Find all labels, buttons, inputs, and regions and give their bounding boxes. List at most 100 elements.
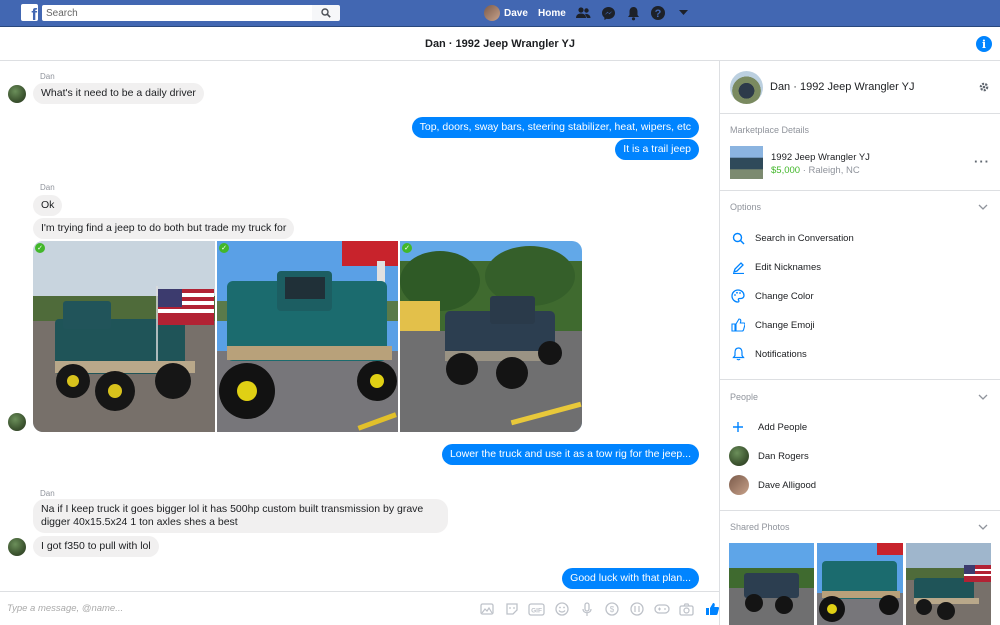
sender-name: Dan <box>40 489 55 498</box>
plus-icon <box>730 419 746 435</box>
listing-thumbnail[interactable] <box>730 146 763 179</box>
avatar <box>729 446 749 466</box>
sender-avatar[interactable] <box>8 538 26 556</box>
incoming-message[interactable]: Ok <box>33 195 63 216</box>
chevron-down-icon[interactable] <box>978 393 988 401</box>
svg-text:GIF: GIF <box>531 607 542 614</box>
shared-photo[interactable]: ✓ <box>400 241 582 432</box>
message-thread[interactable]: Dan What's it need to be a daily driver … <box>0 61 719 591</box>
svg-text:$: $ <box>609 605 614 614</box>
add-photo-icon[interactable] <box>477 601 496 617</box>
option-notifications[interactable]: Notifications <box>730 346 807 362</box>
option-change-emoji[interactable]: Change Emoji <box>730 317 815 333</box>
divider <box>720 190 1000 191</box>
svg-text:?: ? <box>655 8 662 20</box>
listing-price-location: $5,000 · Raleigh, NC <box>771 165 860 176</box>
shared-photo-thumbnail[interactable] <box>906 543 991 625</box>
send-money-icon[interactable]: $ <box>602 601 621 617</box>
gif-icon[interactable]: GIF <box>527 601 546 617</box>
info-icon[interactable]: i <box>976 36 992 52</box>
option-search-in-conversation[interactable]: Search in Conversation <box>730 230 854 246</box>
conversation-avatar[interactable] <box>730 71 763 104</box>
avatar <box>484 5 500 21</box>
chevron-down-icon[interactable] <box>978 203 988 211</box>
microphone-icon[interactable] <box>577 601 596 617</box>
details-header: Dan · 1992 Jeep Wrangler YJ <box>720 61 1000 114</box>
options-section-label[interactable]: Options <box>730 202 761 212</box>
facebook-logo-icon[interactable]: f <box>21 4 38 21</box>
option-edit-nicknames[interactable]: Edit Nicknames <box>730 259 821 275</box>
settings-gear-icon[interactable] <box>977 80 991 94</box>
seen-check-icon: ✓ <box>219 243 229 253</box>
avatar <box>729 475 749 495</box>
incoming-message[interactable]: I got f350 to pull with lol <box>33 536 159 557</box>
incoming-message[interactable]: Na if I keep truck it goes bigger lol it… <box>33 499 448 533</box>
search-button[interactable] <box>312 5 340 21</box>
shared-photos-section-label[interactable]: Shared Photos <box>730 522 790 532</box>
sender-avatar[interactable] <box>8 85 26 103</box>
person-name: Dan Rogers <box>758 450 809 462</box>
conversation-header: Dan · 1992 Jeep Wrangler YJ i <box>0 28 1000 61</box>
shared-photo-thumbnail[interactable] <box>729 543 814 625</box>
person-item[interactable]: Dave Alligood <box>729 475 816 495</box>
incoming-message[interactable]: I'm trying find a jeep to do both but tr… <box>33 218 295 239</box>
search-icon <box>321 8 331 18</box>
option-change-color[interactable]: Change Color <box>730 288 814 304</box>
friend-requests-icon[interactable] <box>575 4 591 22</box>
camera-icon[interactable] <box>677 601 696 617</box>
palette-icon <box>730 288 746 304</box>
option-label: Change Color <box>755 290 814 302</box>
emoji-icon[interactable] <box>552 601 571 617</box>
notifications-bell-icon[interactable] <box>625 4 641 22</box>
more-options-icon[interactable]: ··· <box>974 154 990 169</box>
plan-event-icon[interactable] <box>627 601 646 617</box>
sticker-icon[interactable] <box>502 601 521 617</box>
divider <box>720 379 1000 380</box>
help-icon[interactable]: ? <box>650 4 666 22</box>
composer-toolbar: GIF $ <box>477 601 721 617</box>
people-section-label[interactable]: People <box>730 392 758 402</box>
shared-photo[interactable]: ✓ <box>217 241 398 432</box>
bell-icon <box>730 346 746 362</box>
conversation-details-panel: Dan · 1992 Jeep Wrangler YJ Marketplace … <box>719 61 1000 625</box>
top-navigation-bar: f Search Dave Home ? <box>0 0 1000 27</box>
outgoing-message[interactable]: It is a trail jeep <box>615 139 699 160</box>
marketplace-section-label: Marketplace Details <box>730 125 810 135</box>
details-title: Dan · 1992 Jeep Wrangler YJ <box>770 81 915 93</box>
sender-avatar[interactable] <box>8 413 26 431</box>
message-composer: Type a message, @name... GIF $ <box>0 591 719 625</box>
sender-name: Dan <box>40 183 55 192</box>
account-menu-dropdown-icon[interactable] <box>675 4 691 22</box>
game-controller-icon[interactable] <box>652 601 671 617</box>
top-icon-group: ? <box>575 4 691 22</box>
conversation-title: Dan · 1992 Jeep Wrangler YJ <box>425 38 575 50</box>
search-icon <box>730 230 746 246</box>
shared-photo[interactable]: ✓ <box>33 241 215 432</box>
listing-title[interactable]: 1992 Jeep Wrangler YJ <box>771 152 870 163</box>
option-label: Notifications <box>755 348 807 360</box>
search-input[interactable]: Search <box>42 5 312 21</box>
sender-name: Dan <box>40 72 55 81</box>
thumbs-up-icon <box>730 317 746 333</box>
person-item[interactable]: Dan Rogers <box>729 446 809 466</box>
seen-check-icon: ✓ <box>402 243 412 253</box>
outgoing-message[interactable]: Top, doors, sway bars, steering stabiliz… <box>411 117 699 138</box>
outgoing-message[interactable]: Lower the truck and use it as a tow rig … <box>441 444 699 465</box>
listing-price: $5,000 <box>771 165 801 176</box>
outgoing-message[interactable]: Good luck with that plan... <box>562 568 699 589</box>
option-label: Edit Nicknames <box>755 261 821 273</box>
message-input[interactable]: Type a message, @name... <box>7 603 123 614</box>
person-name: Dave Alligood <box>758 479 817 491</box>
chevron-down-icon[interactable] <box>978 523 988 531</box>
shared-photo-thumbnail[interactable] <box>817 543 903 625</box>
incoming-message[interactable]: What's it need to be a daily driver <box>33 83 204 104</box>
home-link[interactable]: Home <box>538 8 566 19</box>
add-people-button[interactable]: Add People <box>730 419 807 435</box>
messenger-icon[interactable] <box>600 4 616 22</box>
profile-link[interactable]: Dave <box>484 4 528 22</box>
seen-check-icon: ✓ <box>35 243 45 253</box>
option-label: Search in Conversation <box>755 232 854 244</box>
profile-name: Dave <box>504 7 528 19</box>
add-people-label: Add People <box>758 421 808 433</box>
divider <box>720 510 1000 511</box>
